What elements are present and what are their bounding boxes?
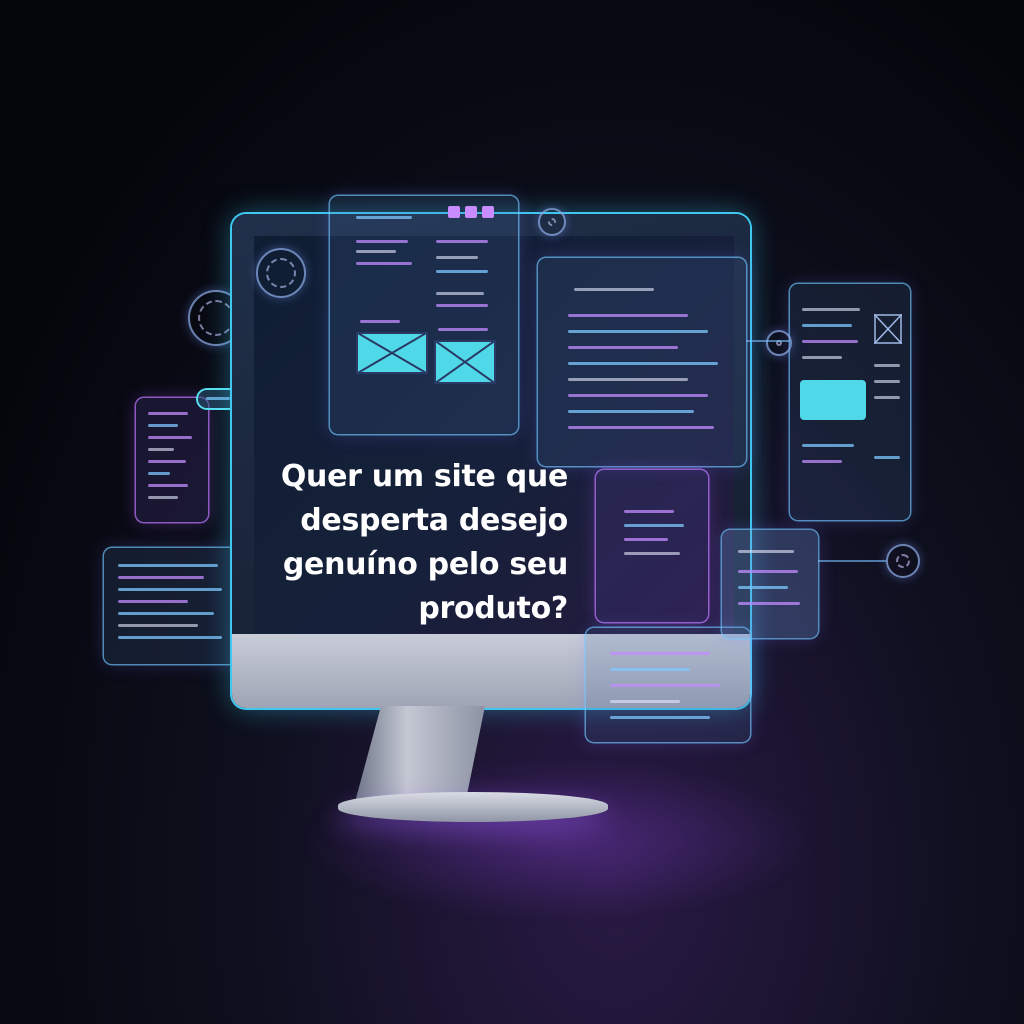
code-snippet-panel [586,628,750,742]
connector-line [818,560,886,562]
right-dashboard-panel [790,284,910,520]
window-controls [448,206,494,218]
wireframe-panel [330,196,518,434]
floating-card-panel [722,530,818,638]
screen-network-icon [256,248,306,298]
left-code-panel-small [136,398,208,522]
top-gear-icon [538,208,566,236]
headline-line-2: desperta desejo [300,503,568,538]
right-gear-icon-2 [886,544,920,578]
headline-line-3: genuíno pelo seu [282,547,568,582]
headline-line-4: produto? [418,591,568,626]
wireframe-image-icon [874,314,902,344]
right-gear-icon [766,330,792,356]
scene: Quer um site que desperta desejo genuíno… [0,0,1024,1024]
monitor-stand-base [338,792,608,822]
code-preview-panel [596,470,708,622]
monitor-stand-neck [355,706,485,802]
wireframe-image-icon [434,340,496,384]
code-editor-panel [538,258,746,466]
left-code-panel-large [104,548,236,664]
headline: Quer um site que desperta desejo genuíno… [262,455,568,631]
highlight-card [800,380,866,420]
connector-line [746,340,790,342]
headline-line-1: Quer um site que [280,459,568,494]
wireframe-image-icon [356,332,428,374]
